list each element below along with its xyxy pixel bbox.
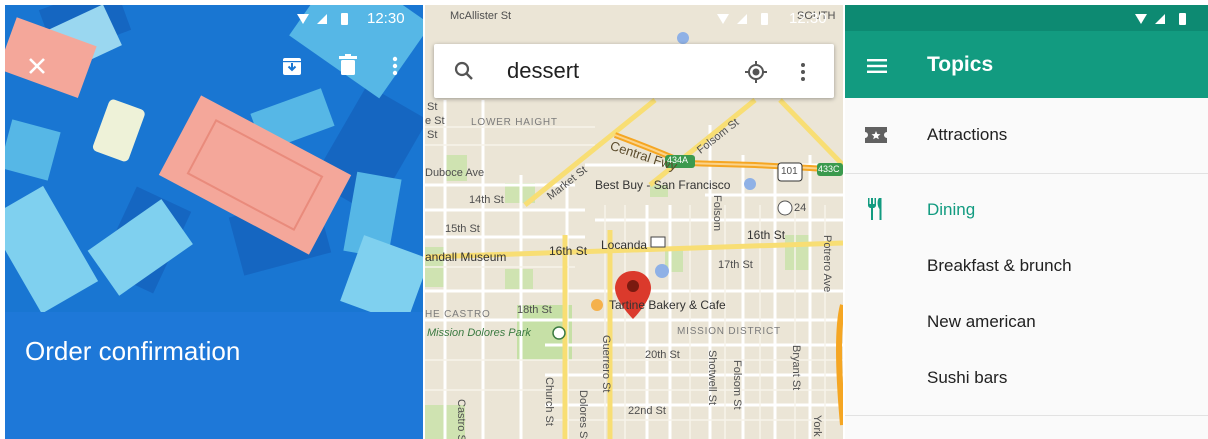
map-label: Shotwell St xyxy=(706,350,718,406)
order-confirmation-screen: 12:30 Order confirmation xyxy=(5,5,423,439)
map-label: 15th St xyxy=(445,223,480,235)
map-label: MISSION DISTRICT xyxy=(677,326,781,337)
map-label: andall Museum xyxy=(425,250,507,264)
signal-icons xyxy=(297,13,348,25)
map-label: 18th St xyxy=(517,304,552,316)
map-label: Duboce Ave xyxy=(425,167,485,179)
list-item-label: New american xyxy=(927,312,1036,331)
map-label: HE CASTRO xyxy=(425,309,491,320)
ticket-icon xyxy=(865,127,887,143)
topics-screen: Topics Attractions Dining Breakfast & br… xyxy=(845,5,1208,439)
signal-icons xyxy=(1135,13,1186,25)
order-bottom-area xyxy=(5,312,423,439)
map-label: Folsom xyxy=(711,195,723,232)
page-title: Order confirmation xyxy=(25,336,241,366)
status-time: 12:30 xyxy=(789,10,827,27)
map-label: Folsom St xyxy=(731,360,743,410)
map-label: St xyxy=(427,101,438,113)
map-label: St xyxy=(427,129,438,141)
restaurant-icon xyxy=(868,198,882,220)
map-screen[interactable]: McAllister St SOUTH St e St St LOWER HAI… xyxy=(425,5,843,439)
status-bar: 12:30 xyxy=(425,5,843,31)
status-time: 12:30 xyxy=(367,10,405,27)
app-bar: Topics xyxy=(845,31,1208,98)
map-label: LOWER HAIGHT xyxy=(471,117,558,128)
signal-icons xyxy=(717,13,768,25)
map-label: Dolores St xyxy=(577,390,589,439)
map-label: 16th St xyxy=(549,244,588,258)
map-label: Church St xyxy=(543,377,555,426)
list-item-label: Sushi bars xyxy=(927,368,1008,387)
map-label: Mission Dolores Park xyxy=(427,327,531,339)
divider xyxy=(845,415,1208,416)
search-bar[interactable]: dessert xyxy=(434,44,834,98)
map-label: 16th St xyxy=(747,228,786,242)
map-label: Locanda xyxy=(601,238,648,252)
list-item-label: Dining xyxy=(927,200,976,219)
search-icon[interactable] xyxy=(454,61,474,81)
map-label: 22nd St xyxy=(628,405,666,417)
map-label: 14th St xyxy=(469,194,504,206)
archive-icon[interactable] xyxy=(281,55,303,77)
more-vert-icon[interactable] xyxy=(800,62,806,82)
more-vert-icon[interactable] xyxy=(391,56,399,76)
map-label: Potrero Ave xyxy=(821,235,833,293)
map-label: Guerrero St xyxy=(600,335,612,393)
map-label: York xyxy=(811,415,823,437)
map-label: 17th St xyxy=(718,259,753,271)
search-input[interactable]: dessert xyxy=(507,58,579,84)
map-label: Bryant St xyxy=(790,345,802,391)
menu-icon[interactable] xyxy=(867,59,887,73)
map-label: Best Buy - San Francisco xyxy=(595,178,731,192)
map-label: 24 xyxy=(794,202,807,214)
list-item-label: Breakfast & brunch xyxy=(927,256,1072,275)
map-label: 20th St xyxy=(645,349,680,361)
my-location-icon[interactable] xyxy=(744,60,768,84)
page-title: Topics xyxy=(927,53,994,76)
divider xyxy=(845,173,1208,174)
map-label: 101 xyxy=(781,166,798,177)
map-label: 433C xyxy=(818,164,840,174)
status-bar: 12:30 xyxy=(5,5,423,31)
status-bar xyxy=(845,5,1208,31)
map-label: Tartine Bakery & Cafe xyxy=(609,298,726,312)
map-label: e St xyxy=(425,115,445,127)
close-icon[interactable] xyxy=(27,56,47,76)
map-label: Castro St xyxy=(455,399,467,439)
map-label: 434A xyxy=(667,155,689,165)
delete-icon[interactable] xyxy=(338,54,358,76)
hero-illustration xyxy=(5,5,423,312)
list-item-label: Attractions xyxy=(927,125,1008,144)
